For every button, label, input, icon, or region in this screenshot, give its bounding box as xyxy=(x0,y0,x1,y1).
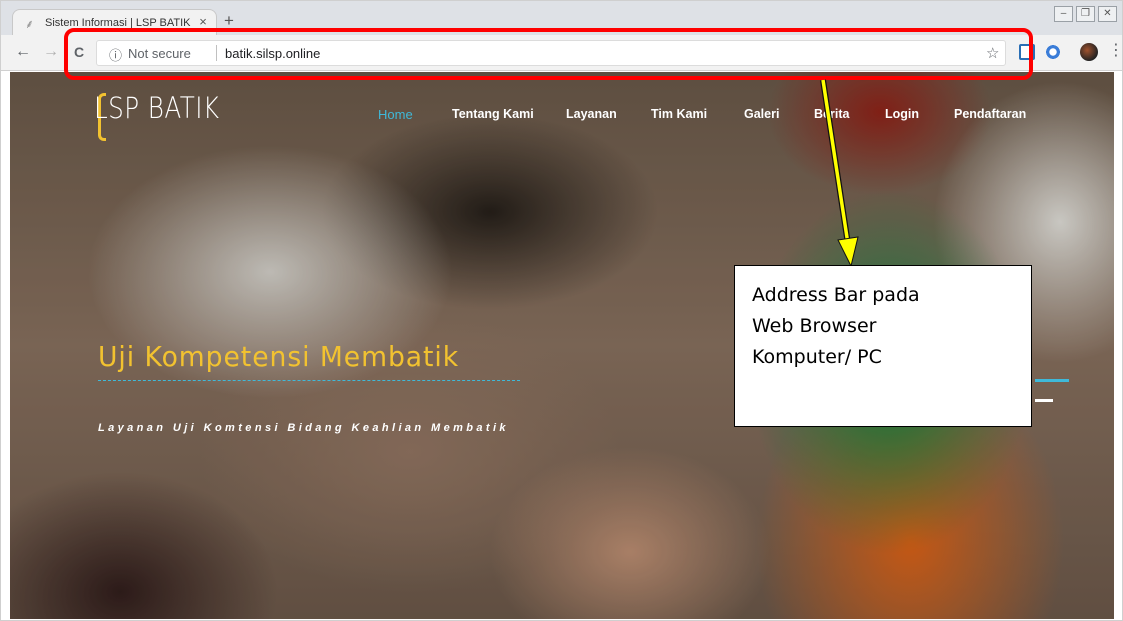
batik-favicon-icon: ⸙ xyxy=(25,17,35,31)
slider-indicator[interactable] xyxy=(1035,399,1053,402)
nav-galeri[interactable]: Galeri xyxy=(744,107,779,121)
close-window-button[interactable]: ✕ xyxy=(1098,6,1117,22)
slider-indicator-active[interactable] xyxy=(1035,379,1069,382)
nav-tentang-kami[interactable]: Tentang Kami xyxy=(452,107,534,121)
hero-title: Uji Kompetensi Membatik xyxy=(98,340,460,373)
forward-button[interactable]: → xyxy=(42,43,60,61)
nav-home[interactable]: Home xyxy=(378,107,413,122)
hero-subtitle: Layanan Uji Komtensi Bidang Keahlian Mem… xyxy=(98,422,509,434)
restore-button[interactable]: ❐ xyxy=(1076,6,1095,22)
profile-avatar[interactable] xyxy=(1080,43,1098,61)
nav-pendaftaran[interactable]: Pendaftaran xyxy=(954,107,1026,121)
callout-line-2: Web Browser xyxy=(752,315,877,337)
circle-extension-icon[interactable] xyxy=(1045,44,1061,60)
window-controls: – ❐ ✕ xyxy=(1054,6,1117,22)
nav-berita[interactable]: Berita xyxy=(814,107,849,121)
minimize-button[interactable]: – xyxy=(1054,6,1073,22)
address-bar-highlight xyxy=(64,28,1033,80)
hero-divider xyxy=(98,380,520,381)
nav-layanan[interactable]: Layanan xyxy=(566,107,617,121)
tab-close-icon[interactable]: × xyxy=(195,14,211,29)
callout-line-3: Komputer/ PC xyxy=(752,346,882,368)
nav-tim-kami[interactable]: Tim Kami xyxy=(651,107,707,121)
browser-menu-icon[interactable]: ⋮ xyxy=(1108,40,1123,60)
annotation-callout: Address Bar pada Web Browser Komputer/ P… xyxy=(734,265,1032,427)
callout-line-1: Address Bar pada xyxy=(752,284,920,306)
nav-login[interactable]: Login xyxy=(885,107,919,121)
back-button[interactable]: ← xyxy=(14,43,32,61)
site-logo[interactable]: LSP BATIK xyxy=(94,91,219,125)
